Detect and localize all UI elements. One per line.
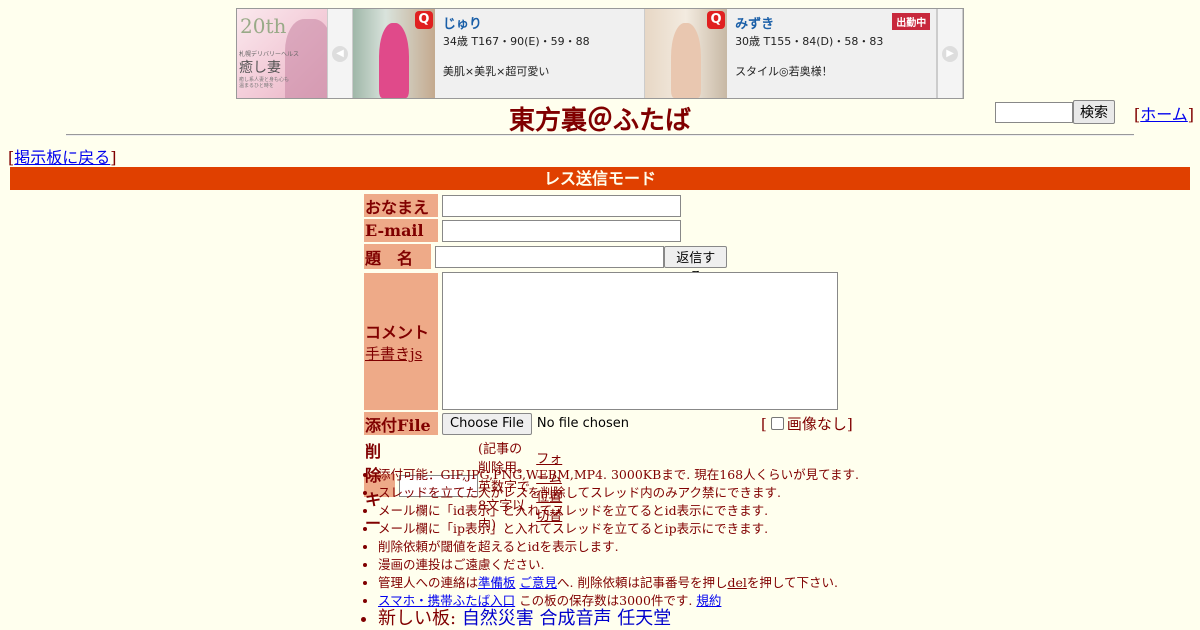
photo-figure bbox=[671, 23, 702, 98]
comment-label: コメント bbox=[365, 322, 430, 342]
email-field-wrap bbox=[442, 219, 681, 242]
contact-prefix: 管理人への連絡は bbox=[378, 575, 479, 590]
rules-link[interactable]: 規約 bbox=[696, 593, 721, 608]
side-ad-name-text: 癒し妻 bbox=[239, 60, 281, 76]
file-row: 添付File Choose File No file chosen [ 画像なし… bbox=[364, 412, 862, 435]
new-board-link[interactable]: 合成音声 bbox=[540, 608, 612, 629]
no-image-checkbox[interactable] bbox=[770, 417, 784, 430]
contact-note: 管理人への連絡は準備板 ご意見へ. 削除依頼は記事番号を押しdelを押して下さい… bbox=[378, 574, 898, 592]
prep-board-link[interactable]: 準備板 bbox=[478, 575, 516, 590]
email-row: E-mail bbox=[364, 219, 681, 242]
no-image-option: [ 画像なし ] bbox=[761, 413, 853, 435]
back-to-board-link[interactable]: 掲示板に戻る bbox=[14, 148, 110, 167]
subject-field-wrap: 返信する bbox=[434, 245, 728, 285]
ad-figure bbox=[285, 19, 328, 98]
mobile-entrance-link[interactable]: スマホ・携帯ふたば入口 bbox=[378, 593, 515, 608]
new-board-link[interactable]: 任天堂 bbox=[617, 608, 671, 629]
comment-field-wrap bbox=[442, 272, 838, 410]
name-row: おなまえ bbox=[364, 194, 681, 217]
list-item: 添付可能：GIF,JPG,PNG,WEBM,MP4. 3000KBまで. 現在1… bbox=[378, 466, 898, 484]
contact-suffix: を押して下さい. bbox=[746, 575, 838, 590]
del-link[interactable]: del bbox=[727, 575, 746, 590]
no-image-bracket-close: ] bbox=[846, 414, 853, 433]
list-item: 削除依頼が閾値を超えるとidを表示します. bbox=[378, 538, 898, 556]
home-link-wrapper: [ホーム] bbox=[1134, 101, 1194, 125]
home-link[interactable]: ホーム bbox=[1140, 105, 1188, 124]
q-logo-icon: Q bbox=[414, 11, 433, 29]
file-status-text: No file chosen bbox=[536, 416, 629, 431]
chevron-left-icon: ◀ bbox=[332, 45, 348, 62]
list-item: 漫画の連投はご遠慮ください. bbox=[378, 556, 898, 574]
side-ad-image[interactable]: 20th 札幌デリバリーヘルス 癒し妻 癒し系人妻と身も心も温まるひと時を bbox=[237, 9, 328, 98]
comment-textarea[interactable] bbox=[442, 272, 838, 410]
subject-row: 題 名 返信する bbox=[364, 244, 728, 285]
name-label: おなまえ bbox=[364, 194, 438, 217]
home-bracket-close: ] bbox=[1187, 105, 1195, 124]
email-label: E-mail bbox=[364, 219, 438, 242]
list-item: メール欄に「ip表示」と入れてスレッドを立てるとip表示にできます. bbox=[378, 520, 898, 538]
list-item: スレッドを立てた人がレスを削除してスレッド内のみアク禁にできます. bbox=[378, 484, 898, 502]
new-boards-label: 新しい板: bbox=[378, 608, 457, 629]
handwrite-js-link[interactable]: 手書きjs bbox=[365, 343, 422, 364]
ad-card-catch: スタイル◎若奥様！ bbox=[735, 65, 833, 78]
file-label: 添付File bbox=[364, 412, 438, 435]
name-input[interactable] bbox=[442, 194, 681, 217]
ad-card-catch: 美肌×美乳×超可愛い bbox=[442, 65, 550, 78]
email-input[interactable] bbox=[442, 219, 681, 242]
reply-submit-button[interactable]: 返信する bbox=[664, 245, 728, 285]
file-field-wrap: Choose File No file chosen [ 画像なし ] bbox=[442, 412, 862, 435]
search-form: 検索 bbox=[995, 100, 1115, 124]
header-divider bbox=[66, 134, 1134, 136]
contact-middle: へ. 削除依頼は記事番号を押し bbox=[557, 575, 728, 590]
name-field-wrap bbox=[442, 194, 681, 217]
subject-label: 題 名 bbox=[364, 244, 431, 269]
ad-card-info: みずき 30歳 T155・84(D)・58・83 スタイル◎若奥様！ 出勤中 bbox=[727, 9, 936, 98]
choose-file-button[interactable]: Choose File bbox=[442, 412, 532, 435]
no-image-bracket-open: [ bbox=[761, 414, 767, 433]
new-board-link[interactable]: 自然災害 bbox=[462, 608, 534, 629]
comment-row: コメント 手書きjs bbox=[364, 272, 838, 410]
ad-card-name[interactable]: じゅり bbox=[443, 13, 636, 32]
side-ad-sub-text: 癒し系人妻と身も心も温まるひと時を bbox=[239, 77, 290, 89]
chevron-right-icon: ▶ bbox=[942, 45, 959, 62]
ad-card[interactable]: Q みずき 30歳 T155・84(D)・58・83 スタイル◎若奥様！ 出勤中 bbox=[645, 9, 938, 98]
on-duty-badge: 出勤中 bbox=[892, 13, 931, 30]
photo-figure bbox=[378, 23, 409, 98]
mobile-note-text: この板の保存数は3000件です. bbox=[515, 593, 693, 608]
comment-label-cell: コメント 手書きjs bbox=[364, 272, 438, 410]
back-link-wrapper: [掲示板に戻る] bbox=[8, 144, 117, 168]
search-button[interactable]: 検索 bbox=[1073, 100, 1115, 124]
ad-card-stats: 30歳 T155・84(D)・58・83 bbox=[735, 35, 884, 48]
side-ad-big-text: 20th bbox=[240, 14, 287, 38]
no-image-label: 画像なし bbox=[786, 415, 847, 433]
feedback-link[interactable]: ご意見 bbox=[520, 575, 558, 590]
ad-card-stats: 34歳 T167・90(E)・59・88 bbox=[442, 35, 590, 48]
search-input[interactable] bbox=[995, 101, 1073, 123]
ad-card-info: じゅり 34歳 T167・90(E)・59・88 美肌×美乳×超可愛い bbox=[435, 9, 644, 98]
ad-card-photo[interactable]: Q bbox=[352, 9, 435, 98]
subject-input[interactable] bbox=[434, 245, 665, 268]
new-boards: 新しい板: 自然災害 合成音声 任天堂 bbox=[378, 610, 898, 628]
ad-banner[interactable]: 20th 札幌デリバリーヘルス 癒し妻 癒し系人妻と身も心も温まるひと時を ◀ … bbox=[236, 8, 964, 99]
ad-card-photo[interactable]: Q bbox=[645, 9, 728, 98]
reply-mode-bar: レス送信モード bbox=[10, 167, 1190, 190]
q-logo-icon: Q bbox=[707, 11, 726, 29]
ad-card[interactable]: Q じゅり 34歳 T167・90(E)・59・88 美肌×美乳×超可愛い bbox=[352, 9, 646, 98]
list-item: メール欄に「id表示」と入れてスレッドを立てるとid表示にできます. bbox=[378, 502, 898, 520]
carousel-next-button[interactable]: ▶ bbox=[937, 9, 963, 98]
board-notes-list: 添付可能：GIF,JPG,PNG,WEBM,MP4. 3000KBまで. 現在1… bbox=[364, 466, 898, 628]
carousel-prev-button[interactable]: ◀ bbox=[327, 9, 353, 98]
back-bracket-close: ] bbox=[110, 148, 117, 167]
